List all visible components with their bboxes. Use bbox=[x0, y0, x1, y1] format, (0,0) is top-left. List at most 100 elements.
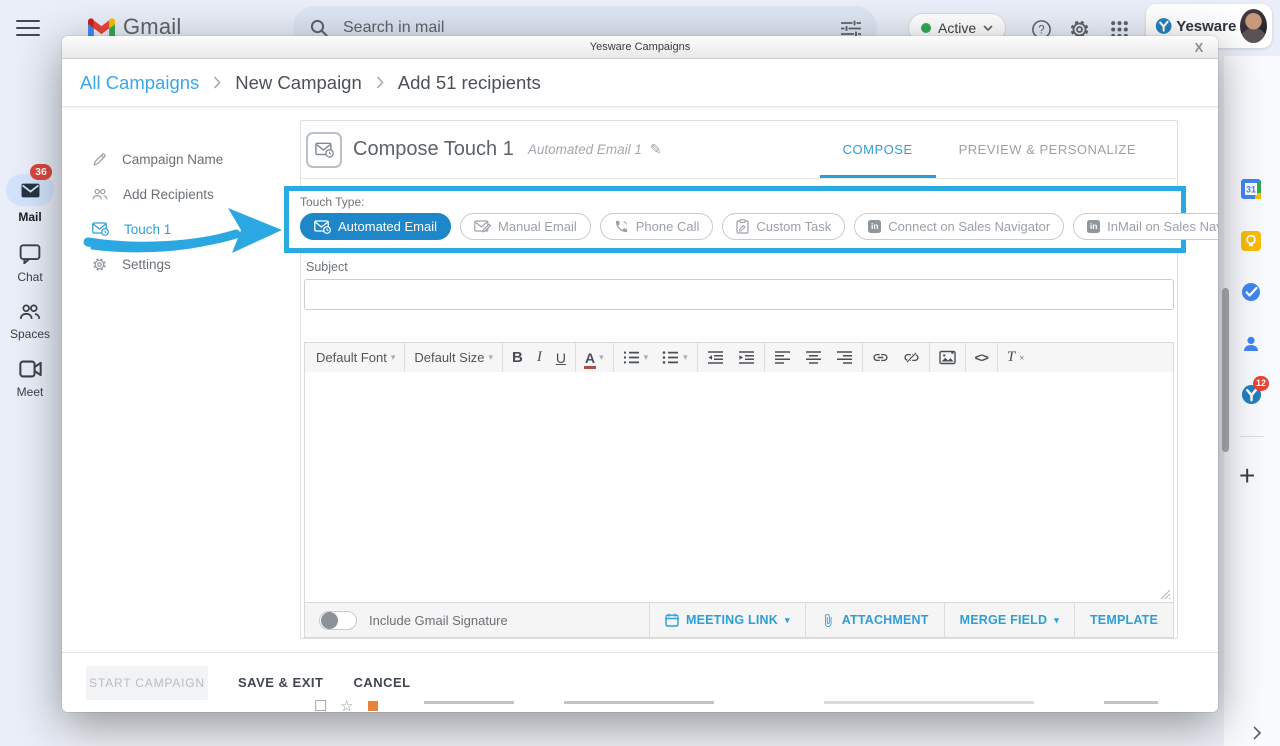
template-button[interactable]: TEMPLATE bbox=[1074, 603, 1173, 637]
align-right-icon bbox=[836, 351, 853, 364]
sidebar-item-chat[interactable] bbox=[0, 244, 60, 269]
sidebar-item-meet[interactable] bbox=[0, 360, 60, 383]
mail-icon bbox=[21, 183, 40, 198]
underline-button[interactable]: U bbox=[549, 343, 573, 372]
italic-button[interactable]: I bbox=[530, 343, 549, 372]
meeting-link-button[interactable]: MEETING LINK ▾ bbox=[649, 603, 805, 637]
touch-type-automated-email[interactable]: Automated Email bbox=[300, 213, 451, 240]
clear-formatting-button[interactable]: T× bbox=[1000, 343, 1031, 372]
edit-touch-name-icon[interactable]: ✎ bbox=[650, 141, 662, 158]
svg-text:31: 31 bbox=[1246, 184, 1256, 194]
modal-titlebar: Yesware Campaigns X bbox=[62, 36, 1218, 59]
insert-link-button[interactable] bbox=[865, 343, 896, 372]
collapse-panel-chevron-icon[interactable] bbox=[1246, 722, 1268, 744]
font-color-button[interactable]: A▾ bbox=[578, 343, 611, 372]
save-exit-button[interactable]: SAVE & EXIT bbox=[238, 675, 323, 690]
subject-label: Subject bbox=[306, 260, 348, 274]
modal-title: Yesware Campaigns bbox=[590, 41, 690, 53]
touch-type-options: Automated Email Manual Email Phone Call bbox=[300, 213, 1181, 240]
breadcrumb-all-campaigns[interactable]: All Campaigns bbox=[80, 72, 199, 94]
close-icon[interactable]: X bbox=[1190, 39, 1208, 57]
gmail-side-panel: 31 12 + bbox=[1224, 56, 1280, 746]
indent-button[interactable] bbox=[731, 343, 762, 372]
indent-icon bbox=[738, 351, 755, 364]
editor-footer: Include Gmail Signature MEETING LINK ▾ A… bbox=[304, 602, 1174, 638]
touch-type-phone-call[interactable]: Phone Call bbox=[600, 213, 714, 240]
outdent-button[interactable] bbox=[700, 343, 731, 372]
search-options-icon[interactable] bbox=[841, 20, 861, 37]
touch-type-manual-email[interactable]: Manual Email bbox=[460, 213, 591, 240]
contacts-icon[interactable] bbox=[1241, 334, 1263, 356]
status-active-dot bbox=[921, 23, 931, 33]
breadcrumb-separator-icon bbox=[212, 75, 222, 90]
align-left-icon bbox=[774, 351, 791, 364]
align-center-icon bbox=[805, 351, 822, 364]
sidebar-label-meet[interactable]: Meet bbox=[17, 385, 44, 399]
avatar[interactable] bbox=[1240, 9, 1267, 43]
resize-handle-icon[interactable] bbox=[1160, 589, 1171, 600]
email-touch-icon bbox=[315, 142, 334, 158]
touch-type-connect-sales-navigator[interactable]: in Connect on Sales Navigator bbox=[854, 213, 1064, 240]
sidebar-label-mail[interactable]: Mail bbox=[18, 210, 41, 224]
source-code-button[interactable]: <> bbox=[968, 343, 995, 372]
pencil-icon bbox=[92, 152, 107, 167]
remove-link-button[interactable] bbox=[896, 343, 927, 372]
compose-touch-icon-box bbox=[306, 132, 342, 168]
touch-type-inmail-sales-navigator[interactable]: in InMail on Sales Navigator bbox=[1073, 213, 1218, 240]
yesware-logo-icon bbox=[1155, 15, 1172, 37]
insert-image-button[interactable] bbox=[932, 343, 963, 372]
tab-compose[interactable]: COMPOSE bbox=[820, 121, 936, 178]
yesware-brand-text: Yesware bbox=[1176, 18, 1236, 35]
merge-field-button[interactable]: MERGE FIELD ▾ bbox=[944, 603, 1074, 637]
nav-item-touch-1[interactable]: Touch 1 bbox=[92, 217, 300, 241]
nav-item-settings[interactable]: Settings bbox=[92, 252, 300, 276]
breadcrumb-new-campaign: New Campaign bbox=[235, 72, 361, 94]
touch-type-custom-task[interactable]: Custom Task bbox=[722, 213, 845, 240]
calendar-icon[interactable]: 31 bbox=[1241, 179, 1263, 201]
yesware-panel-icon[interactable]: 12 bbox=[1241, 384, 1263, 406]
compose-header: Compose Touch 1 Automated Email 1 ✎ COMP… bbox=[301, 121, 1177, 179]
breadcrumb: All Campaigns New Campaign Add 51 recipi… bbox=[62, 59, 1218, 107]
background-email-row-sliver: ☐ ☆ bbox=[304, 696, 1158, 711]
meet-icon bbox=[19, 360, 42, 378]
chevron-down-icon: ▾ bbox=[488, 352, 493, 363]
attachment-button[interactable]: ATTACHMENT bbox=[805, 603, 944, 637]
email-body-editor[interactable] bbox=[304, 372, 1174, 602]
scrollbar-thumb[interactable] bbox=[1222, 288, 1229, 452]
outdent-icon bbox=[707, 351, 724, 364]
font-size-dropdown[interactable]: Default Size▾ bbox=[407, 343, 500, 372]
start-campaign-button[interactable]: START CAMPAIGN bbox=[86, 666, 208, 700]
subject-input[interactable] bbox=[304, 279, 1174, 310]
touch-type-label: Touch Type: bbox=[300, 195, 1181, 209]
tab-preview-personalize[interactable]: PREVIEW & PERSONALIZE bbox=[936, 121, 1159, 178]
bullet-list-button[interactable]: ▾ bbox=[655, 343, 695, 372]
nav-item-add-recipients[interactable]: Add Recipients bbox=[92, 182, 300, 206]
signature-toggle[interactable] bbox=[319, 611, 357, 630]
cancel-button[interactable]: CANCEL bbox=[353, 675, 410, 690]
get-addons-plus-button[interactable]: + bbox=[1239, 462, 1255, 490]
search-input[interactable]: Search in mail bbox=[343, 19, 841, 37]
breadcrumb-separator-icon bbox=[375, 75, 385, 90]
phone-icon bbox=[614, 219, 629, 234]
sidebar-label-spaces[interactable]: Spaces bbox=[10, 327, 50, 341]
sidebar-label-chat[interactable]: Chat bbox=[17, 270, 42, 284]
checkbox-icon: ☐ bbox=[314, 698, 327, 711]
yesware-notification-badge: 12 bbox=[1253, 376, 1269, 391]
linkedin-icon: in bbox=[868, 220, 881, 233]
nav-item-campaign-name[interactable]: Campaign Name bbox=[92, 147, 300, 171]
ordered-list-icon bbox=[623, 351, 640, 364]
manual-email-icon bbox=[474, 220, 491, 233]
keep-icon[interactable] bbox=[1241, 231, 1263, 253]
align-center-button[interactable] bbox=[798, 343, 829, 372]
menu-icon[interactable] bbox=[16, 16, 40, 40]
bold-button[interactable]: B bbox=[505, 343, 530, 372]
paperclip-icon bbox=[821, 613, 835, 628]
ordered-list-button[interactable]: ▾ bbox=[616, 343, 656, 372]
chevron-down-icon: ▾ bbox=[683, 352, 688, 363]
tasks-icon[interactable] bbox=[1241, 282, 1263, 304]
chat-icon bbox=[19, 244, 41, 264]
align-left-button[interactable] bbox=[767, 343, 798, 372]
font-family-dropdown[interactable]: Default Font▾ bbox=[309, 343, 402, 372]
sidebar-item-spaces[interactable] bbox=[0, 302, 60, 326]
align-right-button[interactable] bbox=[829, 343, 860, 372]
